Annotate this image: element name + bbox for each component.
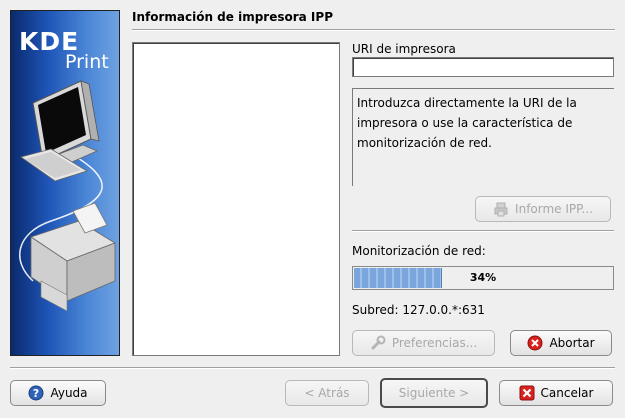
wrench-icon [370, 335, 386, 351]
kdeprint-banner: KDE Print [10, 10, 120, 356]
cancel-icon [519, 385, 535, 401]
back-button[interactable]: < Atrás [285, 380, 369, 406]
help-icon: ? [28, 385, 44, 401]
print-logo-text: Print [65, 51, 109, 73]
settings-label: Preferencias... [391, 336, 478, 350]
svg-text:?: ? [33, 387, 39, 400]
ipp-report-button[interactable]: Informe IPP... [475, 196, 611, 222]
printer-list[interactable] [132, 42, 340, 356]
network-scan-progress: 34% [352, 266, 614, 290]
settings-button[interactable]: Preferencias... [352, 330, 495, 356]
subnet-text: Subred: 127.0.0.*:631 [352, 303, 485, 317]
uri-label: URI de impresora [352, 42, 456, 56]
page-title: Información de impresora IPP [132, 10, 333, 24]
next-button[interactable]: Siguiente > [380, 378, 488, 408]
next-label: Siguiente > [398, 386, 470, 400]
abort-button[interactable]: Abortar [510, 330, 612, 356]
uri-input[interactable] [352, 57, 614, 77]
info-text: Introduzca directamente la URI de la imp… [352, 88, 614, 186]
help-button[interactable]: ? Ayuda [10, 380, 106, 406]
help-label: Ayuda [50, 386, 88, 400]
cancel-label: Cancelar [540, 386, 594, 400]
network-monitor-label: Monitorización de red: [352, 244, 486, 258]
abort-label: Abortar [549, 336, 595, 350]
section-divider [352, 230, 614, 232]
printer-report-icon [493, 201, 509, 217]
cancel-button[interactable]: Cancelar [499, 380, 613, 406]
ipp-report-label: Informe IPP... [515, 202, 593, 216]
title-divider [132, 29, 615, 31]
stop-icon [527, 335, 543, 351]
progress-percent: 34% [469, 271, 497, 284]
back-label: < Atrás [304, 386, 350, 400]
footer-divider [10, 367, 615, 369]
